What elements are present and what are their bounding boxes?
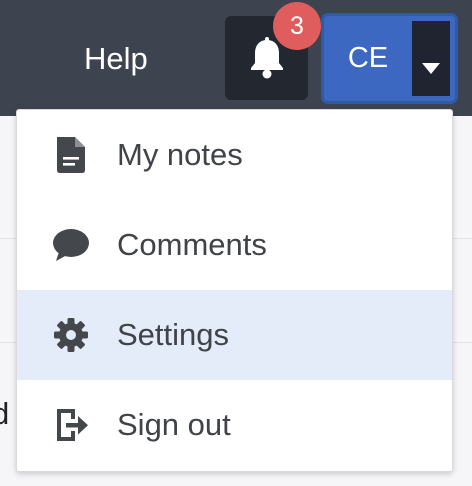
- speech-bubble-icon: [53, 229, 89, 261]
- menu-item-sign-out[interactable]: Sign out: [17, 380, 452, 470]
- notification-count-badge: 3: [273, 2, 321, 50]
- help-link[interactable]: Help: [84, 38, 148, 80]
- user-dropdown-menu: My notes Comments Settings Sign out: [16, 109, 453, 472]
- caret-down-icon: [422, 63, 440, 74]
- menu-item-settings[interactable]: Settings: [17, 290, 452, 380]
- top-bar: Help 3 CE: [0, 0, 472, 116]
- menu-item-label: Sign out: [117, 407, 231, 442]
- document-icon: [57, 137, 85, 173]
- user-initials: CE: [347, 42, 389, 74]
- gear-icon: [54, 318, 88, 352]
- menu-item-label: My notes: [117, 137, 243, 172]
- menu-item-label: Settings: [117, 317, 230, 352]
- user-menu-button[interactable]: CE: [321, 13, 458, 104]
- user-menu-toggle[interactable]: [412, 21, 450, 96]
- sign-out-icon: [57, 409, 88, 441]
- menu-item-label: Comments: [117, 227, 267, 262]
- menu-item-my-notes[interactable]: My notes: [17, 110, 452, 200]
- menu-item-comments[interactable]: Comments: [17, 200, 452, 290]
- background-text-fragment: d: [0, 396, 10, 431]
